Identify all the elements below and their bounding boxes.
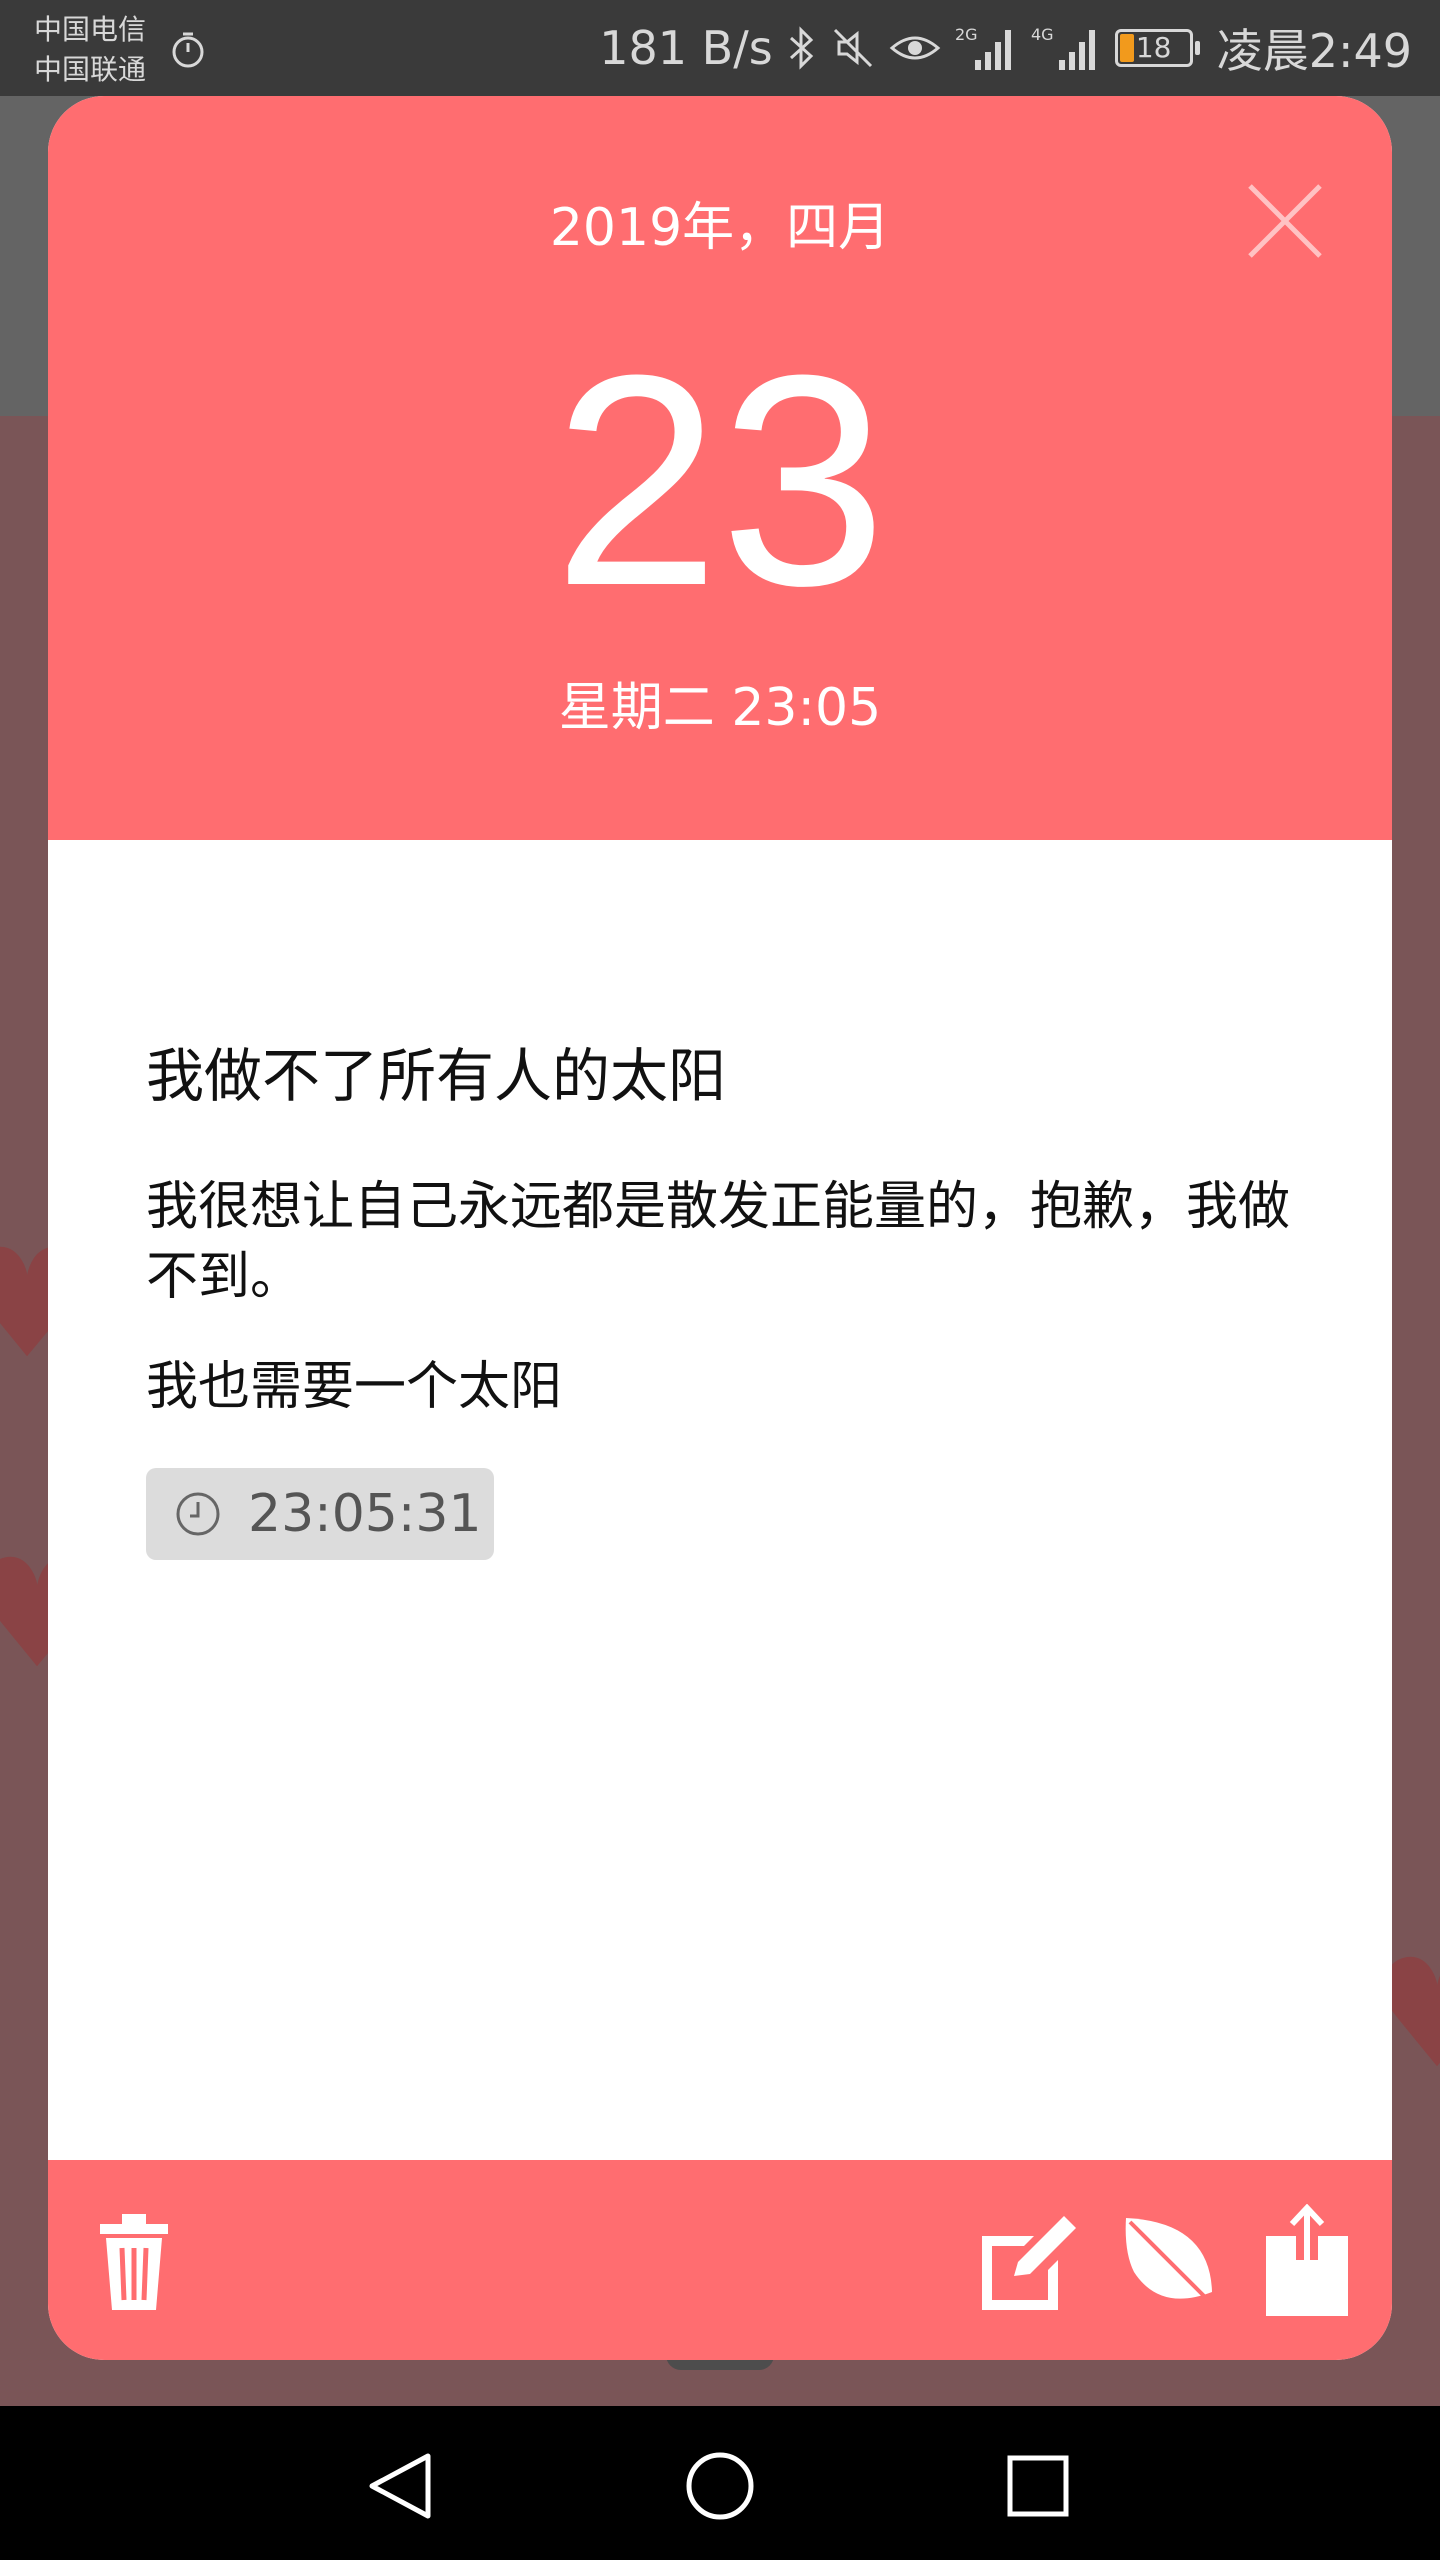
timestamp-text: 23:05:31 xyxy=(248,1484,482,1544)
carrier-2: 中国联通 xyxy=(34,53,147,86)
edit-icon[interactable] xyxy=(978,2212,1082,2312)
navigation-bar xyxy=(0,2406,1440,2560)
dialog-header: 2019年，四月 23 星期二 23:05 xyxy=(48,96,1392,840)
network-4g-label: 4G xyxy=(1031,25,1054,44)
carrier-labels: 中国电信 中国联通 xyxy=(34,10,146,90)
timer-icon xyxy=(172,32,204,68)
network-speed: 181 B/s xyxy=(599,21,773,75)
eye-icon xyxy=(889,36,940,60)
signal-icon-2g: 2G xyxy=(955,25,1011,70)
signal-icon-4g: 4G xyxy=(1031,25,1095,70)
share-icon[interactable] xyxy=(1262,2204,1352,2316)
note-content: 我做不了所有人的太阳 我很想让自己永远都是散发正能量的，抱歉，我做不到。 我也需… xyxy=(146,840,1294,1560)
close-icon[interactable] xyxy=(1240,176,1330,266)
day-number: 23 xyxy=(553,312,887,648)
weekday-time: 星期二 23:05 xyxy=(558,678,882,738)
recents-icon[interactable] xyxy=(1006,2454,1070,2518)
battery-icon: 18 xyxy=(1114,29,1200,67)
clock: 凌晨2:49 xyxy=(1216,24,1412,78)
trash-icon[interactable] xyxy=(96,2212,172,2312)
dialog-footer xyxy=(48,2160,1392,2360)
back-icon[interactable] xyxy=(366,2450,436,2522)
network-2g-label: 2G xyxy=(955,25,978,44)
note-dialog: 2019年，四月 23 星期二 23:05 我做不了所有人的太阳 我很想让自己永… xyxy=(48,96,1392,2360)
timestamp-badge: 23:05:31 xyxy=(146,1468,494,1560)
carrier-1: 中国电信 xyxy=(34,13,147,46)
status-bar: 中国电信 中国联通 181 B/s 2G 4G 18 凌晨2:49 xyxy=(0,0,1440,96)
clock-icon xyxy=(176,1492,220,1536)
battery-level: 18 xyxy=(1135,31,1172,64)
bluetooth-icon xyxy=(789,26,813,70)
note-title: 我做不了所有人的太阳 xyxy=(146,1042,727,1110)
note-line: 我也需要一个太阳 xyxy=(146,1357,563,1417)
leaf-icon[interactable] xyxy=(1120,2212,1220,2312)
mute-icon xyxy=(833,28,872,68)
home-icon[interactable] xyxy=(684,2450,756,2522)
note-body: 我很想让自己永远都是散发正能量的，抱歉，我做不到。 xyxy=(146,1177,1291,1307)
month-label: 2019年，四月 xyxy=(549,198,891,258)
